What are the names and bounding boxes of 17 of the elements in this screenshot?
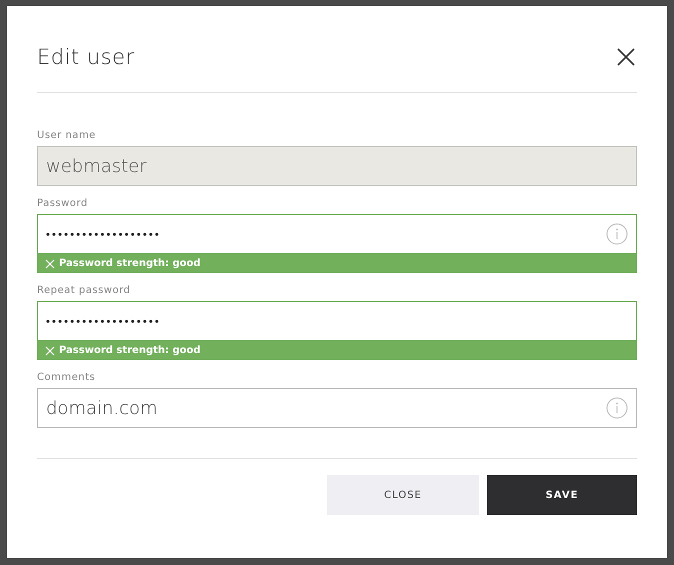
dialog-title: Edit user — [37, 44, 135, 69]
field-label: Repeat password — [37, 285, 132, 296]
input-field[interactable]: ••••••••••••••••••• — [37, 301, 637, 341]
field-label: Password — [37, 198, 89, 209]
strength-text: Password strength: good — [59, 258, 201, 269]
cross-icon — [45, 258, 55, 268]
close-button[interactable]: CLOSE — [327, 475, 479, 515]
strength-text: Password strength: good — [59, 345, 201, 356]
field-label: Comments — [37, 372, 96, 383]
info-icon[interactable] — [606, 397, 628, 419]
close-icon[interactable] — [617, 48, 635, 66]
info-icon[interactable] — [606, 223, 628, 245]
save-button[interactable]: SAVE — [487, 475, 637, 515]
cross-icon — [45, 346, 55, 356]
field-label: User name — [37, 130, 97, 141]
input-field[interactable]: domain.com — [37, 388, 637, 428]
input-field[interactable]: ••••••••••••••••••• — [37, 214, 637, 254]
